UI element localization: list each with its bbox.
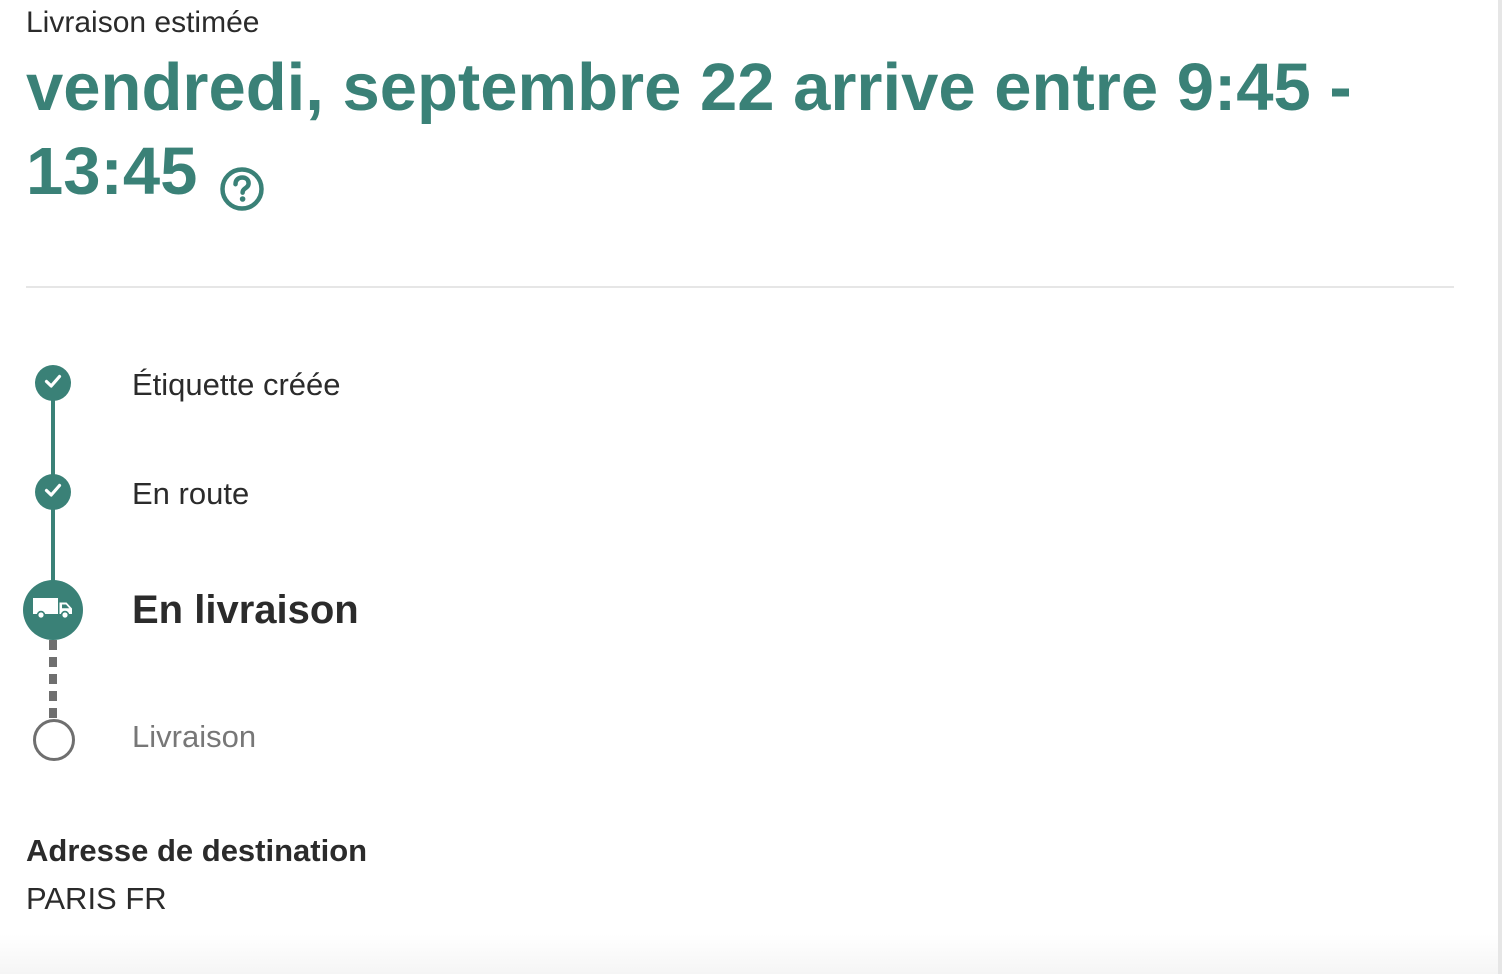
step-node-delivered <box>33 719 75 761</box>
timeline-connector-1 <box>51 400 55 476</box>
step-node-out-for-delivery <box>23 580 83 640</box>
step-label-in-transit: En route <box>132 476 250 511</box>
step-node-in-transit <box>35 474 71 510</box>
check-icon <box>42 479 64 506</box>
eta-label: Livraison estimée <box>26 6 260 39</box>
timeline-connector-pending <box>49 640 57 718</box>
section-divider <box>26 286 1454 288</box>
step-node-label-created <box>35 365 71 401</box>
step-label-out-for-delivery: En livraison <box>132 588 359 632</box>
eta-headline: vendredi, septembre 22 arrive entre 9:45… <box>26 46 1386 214</box>
timeline-connector-2 <box>51 509 55 583</box>
truck-icon <box>31 595 75 626</box>
destination-heading: Adresse de destination <box>26 833 368 868</box>
step-label-created: Étiquette créée <box>132 367 341 402</box>
check-icon <box>42 370 64 397</box>
bottom-fade <box>0 934 1498 974</box>
step-label-delivered: Livraison <box>132 719 257 754</box>
question-circle-icon[interactable] <box>219 148 265 212</box>
destination-address: PARIS FR <box>26 881 167 916</box>
scroll-edge <box>1498 0 1502 974</box>
